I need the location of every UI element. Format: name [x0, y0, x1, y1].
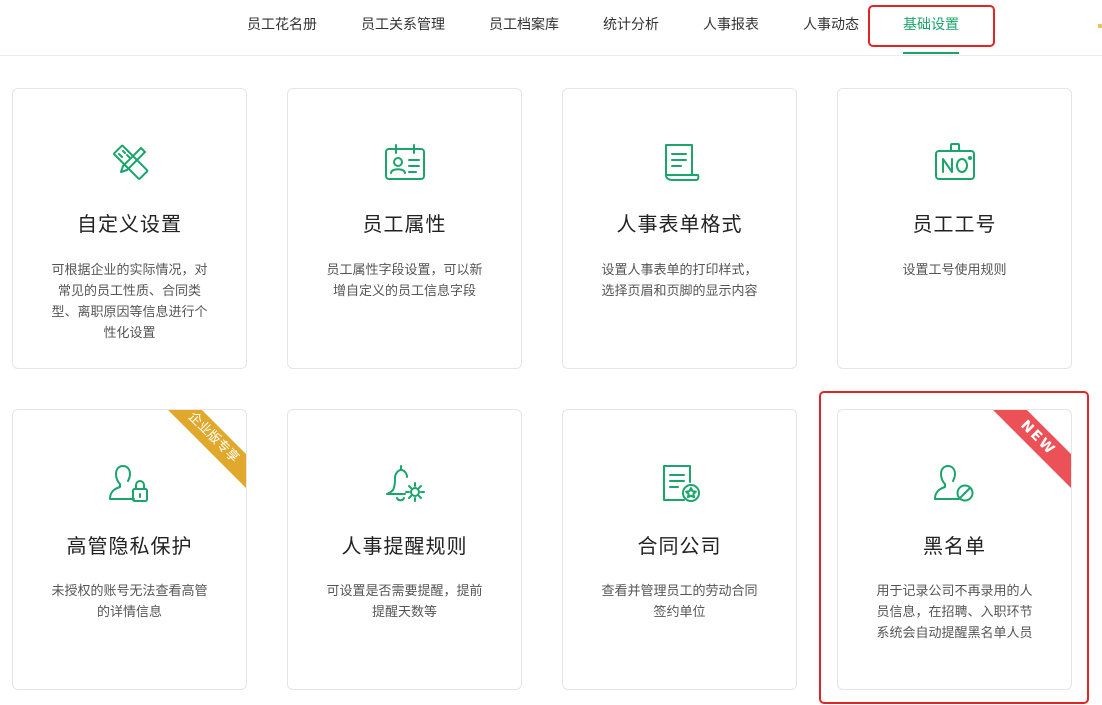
card-title: 高管隐私保护 [66, 534, 193, 558]
top-navigation: 员工花名册 员工关系管理 员工档案库 统计分析 人事报表 人事动态 基础设置 [0, 0, 1102, 56]
card-description: 可设置是否需要提醒，提前提醒天数等 [326, 584, 483, 620]
card-employee-number[interactable]: 员工工号 设置工号使用规则 [837, 88, 1072, 369]
tab-hr-activity[interactable]: 人事动态 [803, 0, 859, 54]
tab-employee-roster[interactable]: 员工花名册 [247, 0, 317, 54]
card-description: 未授权的账号无法查看高管的详情信息 [51, 584, 208, 620]
user-block-icon [933, 462, 977, 506]
card-title: 人事表单格式 [616, 212, 743, 236]
card-description: 员工属性字段设置，可以新增自定义的员工信息字段 [326, 263, 483, 299]
card-blacklist[interactable]: 黑名单 用于记录公司不再录用的人员信息，在招聘、入职环节系统会自动提醒黑名单人员… [837, 409, 1072, 690]
tab-basic-settings[interactable]: 基础设置 [903, 0, 959, 54]
user-lock-icon [108, 462, 152, 506]
pencil-ruler-icon [108, 141, 152, 185]
card-description: 设置人事表单的打印样式，选择页眉和页脚的显示内容 [601, 263, 758, 299]
card-description: 可根据企业的实际情况，对常见的员工性质、合同类型、离职原因等信息进行个性化设置 [51, 263, 208, 341]
tab-hr-reports[interactable]: 人事报表 [703, 0, 759, 54]
card-title: 自定义设置 [77, 212, 182, 236]
employee-card-icon [383, 141, 427, 185]
card-title: 人事提醒规则 [341, 534, 468, 558]
id-number-icon [933, 141, 977, 185]
card-contract-company[interactable]: 合同公司 查看并管理员工的劳动合同签约单位 [562, 409, 797, 690]
card-executive-privacy[interactable]: 高管隐私保护 未授权的账号无法查看高管的详情信息 企业版专享 [12, 409, 247, 690]
card-title: 员工属性 [362, 212, 447, 236]
card-description: 设置工号使用规则 [902, 263, 1007, 278]
tab-statistics[interactable]: 统计分析 [603, 0, 659, 54]
document-scroll-icon [658, 141, 702, 185]
new-badge: NEW [983, 410, 1071, 493]
card-description: 查看并管理员工的劳动合同签约单位 [601, 584, 758, 620]
card-hr-reminder-rules[interactable]: 人事提醒规则 可设置是否需要提醒，提前提醒天数等 [287, 409, 522, 690]
card-title: 员工工号 [912, 212, 997, 236]
card-description: 用于记录公司不再录用的人员信息，在招聘、入职环节系统会自动提醒黑名单人员 [876, 584, 1033, 641]
edge-indicator [1098, 24, 1102, 28]
tab-employee-archives[interactable]: 员工档案库 [489, 0, 559, 54]
card-employee-attributes[interactable]: 员工属性 员工属性字段设置，可以新增自定义的员工信息字段 [287, 88, 522, 369]
contract-star-icon [658, 462, 702, 506]
card-hr-form-format[interactable]: 人事表单格式 设置人事表单的打印样式，选择页眉和页脚的显示内容 [562, 88, 797, 369]
enterprise-badge: 企业版专享 [158, 410, 246, 493]
card-custom-settings[interactable]: 自定义设置 可根据企业的实际情况，对常见的员工性质、合同类型、离职原因等信息进行… [12, 88, 247, 369]
card-title: 合同公司 [637, 534, 722, 558]
tab-employee-relations[interactable]: 员工关系管理 [361, 0, 445, 54]
bell-gear-icon [383, 462, 427, 506]
card-title: 黑名单 [923, 534, 986, 558]
